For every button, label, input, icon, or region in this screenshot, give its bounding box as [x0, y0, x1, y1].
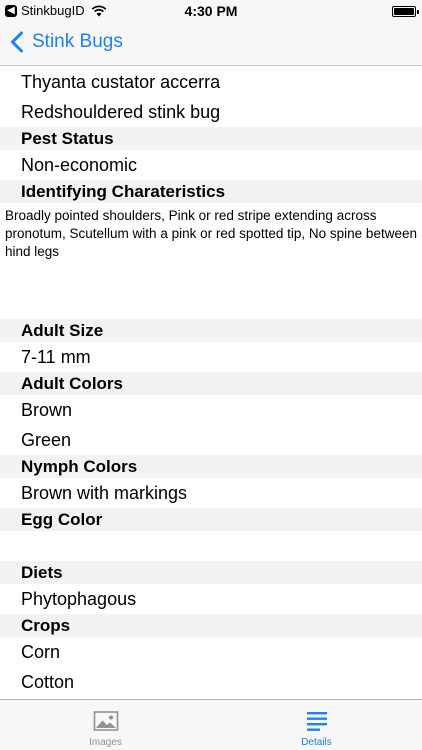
- crop-item: Corn: [21, 641, 61, 662]
- navigation-bar: Stink Bugs: [0, 22, 422, 66]
- tab-details-label: Details: [301, 737, 332, 748]
- section-header-adult-colors: Adult Colors: [0, 372, 422, 395]
- list-icon: [306, 712, 327, 731]
- tab-images-label: Images: [89, 737, 122, 748]
- pest-status-value: Non-economic: [21, 154, 138, 175]
- section-header-crops: Crops: [0, 614, 422, 637]
- nymph-colors-value: Brown with markings: [21, 482, 188, 503]
- chevron-left-icon: [11, 31, 23, 53]
- tab-bar: Images Details: [0, 699, 422, 750]
- section-header-nymph-colors: Nymph Colors: [0, 455, 422, 478]
- back-button[interactable]: Stink Bugs: [10, 31, 123, 53]
- tab-details[interactable]: Details: [211, 700, 422, 750]
- crop-item: Cotton: [21, 671, 75, 692]
- section-header-identifying: Identifying Charateristics: [0, 180, 422, 203]
- section-header-pest-status: Pest Status: [0, 127, 422, 150]
- back-button-label: Stink Bugs: [32, 31, 123, 52]
- section-header-diets: Diets: [0, 561, 422, 584]
- identifying-text: Broadly pointed shoulders, Pink or red s…: [5, 208, 417, 259]
- image-icon: [93, 711, 118, 731]
- details-list[interactable]: Thyanta custator accerra Redshouldered s…: [0, 67, 422, 699]
- section-header-adult-size: Adult Size: [0, 319, 422, 342]
- status-bar: ◀ StinkbugID 4:30 PM: [0, 0, 422, 22]
- common-name: Redshouldered stink bug: [21, 101, 221, 122]
- section-header-egg-color: Egg Color: [0, 508, 422, 531]
- tab-images[interactable]: Images: [0, 700, 211, 750]
- diets-value: Phytophagous: [21, 588, 137, 609]
- adult-color-item: Green: [21, 429, 72, 450]
- scientific-name: Thyanta custator accerra: [21, 71, 221, 92]
- egg-color-value: [0, 531, 422, 561]
- battery-icon: [392, 6, 419, 17]
- adult-color-item: Brown: [21, 399, 73, 420]
- adult-size-value: 7-11 mm: [21, 346, 91, 367]
- status-time: 4:30 PM: [184, 3, 238, 19]
